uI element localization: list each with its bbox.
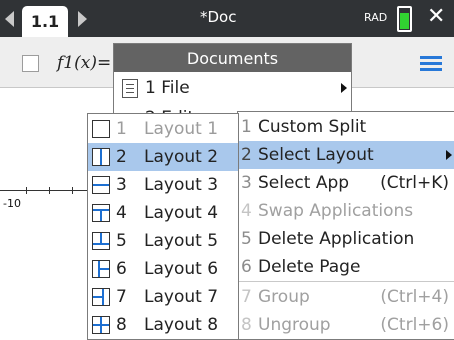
menu-item-label: Layout 8 (144, 315, 219, 335)
menu-item-label: Select App (258, 173, 350, 193)
submenu-arrow-icon (446, 150, 452, 160)
menu-item-label: Delete Application (258, 229, 415, 249)
menu-item-number: 2 (116, 147, 127, 167)
submenu-arrow-icon (341, 83, 347, 93)
layout-menu-item[interactable]: 2 Layout 2 (88, 143, 238, 171)
menu-item-label: File (161, 78, 190, 98)
menu-item-label: Layout 5 (144, 231, 219, 251)
menu-item-label: Delete Page (258, 257, 361, 277)
menu-item-label: Swap Applications (258, 201, 414, 221)
layout-menu-item[interactable]: 1 Layout 1 (88, 115, 238, 143)
menu-item-label: Group (258, 287, 310, 307)
document-title: *Doc (200, 8, 237, 26)
menu-item-label: Layout 1 (144, 119, 219, 139)
menu-item-number: 6 (116, 259, 127, 279)
next-page-arrow-icon[interactable] (78, 11, 87, 27)
layout-menu-item[interactable]: 5 Layout 5 (88, 227, 238, 255)
menu-item-number: 8 (116, 315, 127, 335)
menu-item-number: 7 (241, 287, 252, 307)
menu-item-number: 2 (241, 145, 252, 165)
menu-item-ungroup[interactable]: 8 Ungroup (Ctrl+6) (238, 311, 454, 339)
layout-menu-item[interactable]: 8 Layout 8 (88, 311, 238, 339)
menu-item-label: Custom Split (258, 117, 367, 137)
angle-mode-indicator: RAD (364, 11, 388, 24)
function-entry-label[interactable]: f1(x)= (57, 53, 111, 73)
menu-item-label: Layout 6 (144, 259, 219, 279)
documents-menu-item-file[interactable]: 1 File (114, 74, 351, 102)
documents-menu-header: Documents (114, 44, 351, 72)
page-tab[interactable]: 1.1 (22, 6, 68, 37)
menu-item-label: Layout 2 (144, 147, 219, 167)
x-axis-tick (72, 187, 73, 194)
battery-icon (397, 6, 412, 32)
x-axis-tick-label: -10 (3, 197, 21, 210)
menu-icon[interactable] (420, 56, 442, 72)
menu-item-number: 1 (145, 78, 156, 98)
menu-item-label: Layout 7 (144, 287, 219, 307)
function-visibility-checkbox[interactable] (22, 55, 39, 72)
layout-menu-item[interactable]: 6 Layout 6 (88, 255, 238, 283)
menu-item-group[interactable]: 7 Group (Ctrl+4) (238, 283, 454, 311)
layout-4-icon (92, 204, 110, 222)
page-layout-menu: 1 Custom Split 2 Select Layout 3 Select … (237, 111, 454, 340)
x-axis-tick (49, 187, 50, 194)
menu-item-number: 1 (241, 117, 252, 137)
menu-item-number: 3 (241, 173, 252, 193)
menu-item-number: 4 (241, 201, 252, 221)
layout-7-icon (92, 288, 110, 306)
menu-item-label: Select Layout (258, 145, 374, 165)
menu-item-number: 5 (241, 229, 252, 249)
menu-item-delete-application[interactable]: 5 Delete Application (238, 225, 454, 253)
menu-item-number: 1 (116, 119, 127, 139)
layout-1-icon (92, 120, 110, 138)
previous-page-arrow-icon[interactable] (5, 11, 14, 27)
select-layout-submenu: 1 Layout 1 2 Layout 2 3 Layout 3 4 Layou… (87, 113, 239, 340)
menu-item-number: 7 (116, 287, 127, 307)
x-axis-tick (26, 187, 27, 194)
menu-item-label: Ungroup (258, 315, 331, 335)
menu-item-delete-page[interactable]: 6 Delete Page (238, 253, 454, 281)
menu-item-label: Layout 3 (144, 175, 219, 195)
title-bar: 1.1 *Doc RAD ✕ (0, 0, 454, 37)
menu-item-shortcut: (Ctrl+K) (380, 173, 449, 193)
layout-menu-item[interactable]: 7 Layout 7 (88, 283, 238, 311)
menu-item-number: 3 (116, 175, 127, 195)
layout-8-icon (92, 316, 110, 334)
menu-item-select-app[interactable]: 3 Select App (Ctrl+K) (238, 169, 454, 197)
menu-item-label: Layout 4 (144, 203, 219, 223)
menu-item-select-layout[interactable]: 2 Select Layout (238, 141, 454, 169)
menu-item-shortcut: (Ctrl+4) (380, 287, 449, 307)
menu-item-number: 5 (116, 231, 127, 251)
menu-item-number: 4 (116, 203, 127, 223)
menu-divider (238, 281, 454, 282)
menu-item-custom-split[interactable]: 1 Custom Split (238, 113, 454, 141)
file-icon (122, 79, 138, 98)
close-icon[interactable]: ✕ (427, 6, 445, 28)
layout-6-icon (92, 260, 110, 278)
menu-item-swap-applications[interactable]: 4 Swap Applications (238, 197, 454, 225)
layout-2-icon (92, 148, 110, 166)
menu-item-number: 6 (241, 257, 252, 277)
layout-5-icon (92, 232, 110, 250)
layout-menu-item[interactable]: 4 Layout 4 (88, 199, 238, 227)
layout-3-icon (92, 176, 110, 194)
menu-item-number: 8 (241, 315, 252, 335)
menu-item-shortcut: (Ctrl+6) (380, 315, 449, 335)
layout-menu-item[interactable]: 3 Layout 3 (88, 171, 238, 199)
